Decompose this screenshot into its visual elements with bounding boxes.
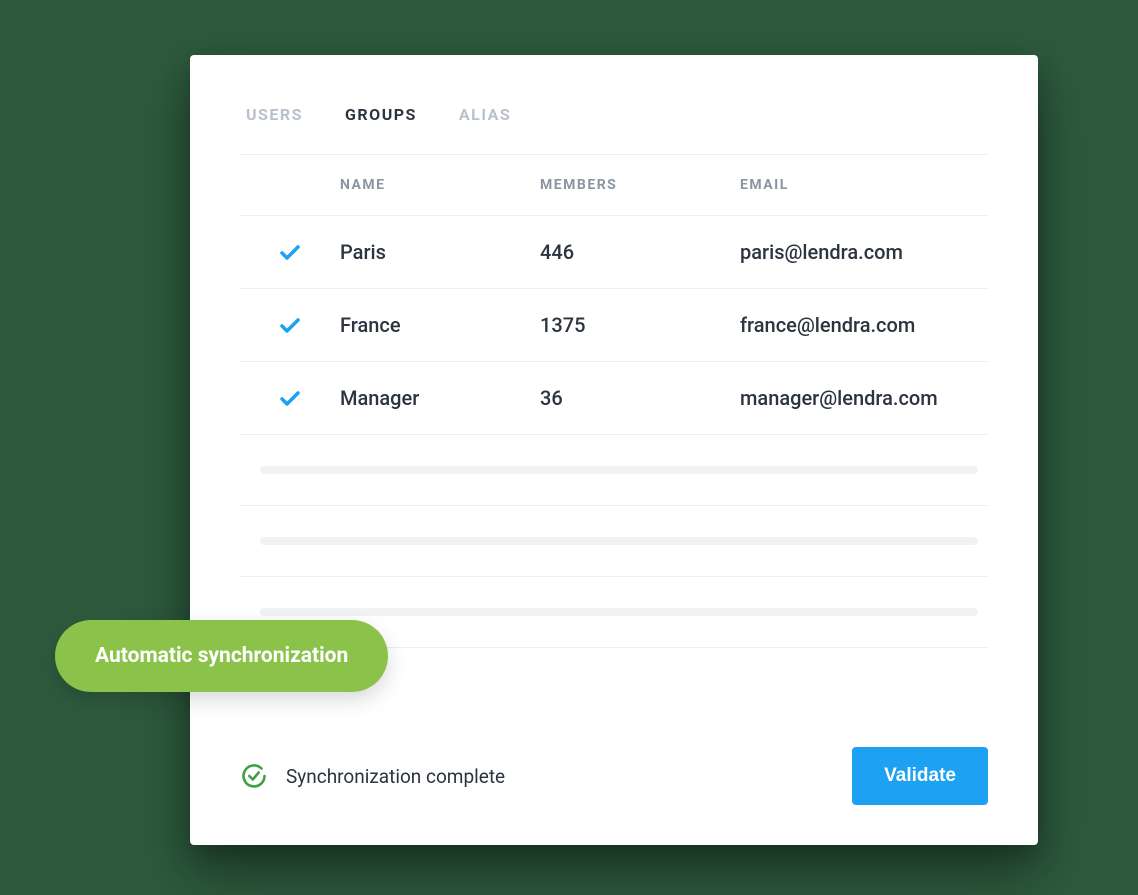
- tab-groups[interactable]: GROUPS: [345, 105, 417, 124]
- tabs: USERS GROUPS ALIAS: [240, 105, 988, 154]
- tab-users[interactable]: USERS: [246, 105, 303, 124]
- cell-name: Paris: [340, 240, 540, 264]
- placeholder-bar: [260, 537, 978, 545]
- auto-sync-pill: Automatic synchronization: [55, 620, 388, 692]
- header-members: MEMBERS: [540, 177, 740, 193]
- cell-email: paris@lendra.com: [740, 240, 988, 264]
- sync-status: Synchronization complete: [240, 762, 505, 790]
- placeholder-row: [240, 435, 988, 506]
- table-row[interactable]: Paris 446 paris@lendra.com: [240, 216, 988, 289]
- cell-members: 1375: [540, 313, 740, 337]
- groups-card: USERS GROUPS ALIAS NAME MEMBERS EMAIL Pa…: [190, 55, 1038, 845]
- table-row[interactable]: Manager 36 manager@lendra.com: [240, 362, 988, 435]
- cell-email: manager@lendra.com: [740, 386, 988, 410]
- cell-members: 446: [540, 240, 740, 264]
- check-icon: [278, 313, 302, 337]
- placeholder-row: [240, 506, 988, 577]
- table-row[interactable]: France 1375 france@lendra.com: [240, 289, 988, 362]
- cell-email: france@lendra.com: [740, 313, 988, 337]
- table-header: NAME MEMBERS EMAIL: [240, 154, 988, 216]
- cell-name: France: [340, 313, 540, 337]
- placeholder-bar: [260, 466, 978, 474]
- placeholder-bar: [260, 608, 978, 616]
- status-text: Synchronization complete: [286, 765, 505, 788]
- card-footer: Synchronization complete Validate: [240, 747, 988, 805]
- groups-table: NAME MEMBERS EMAIL Paris 446 paris@lendr…: [240, 154, 988, 648]
- check-icon: [278, 240, 302, 264]
- validate-button[interactable]: Validate: [852, 747, 988, 805]
- tab-alias[interactable]: ALIAS: [459, 105, 511, 124]
- check-circle-icon: [240, 762, 268, 790]
- cell-members: 36: [540, 386, 740, 410]
- check-icon: [278, 386, 302, 410]
- cell-name: Manager: [340, 386, 540, 410]
- header-email: EMAIL: [740, 177, 988, 193]
- header-name: NAME: [340, 177, 540, 193]
